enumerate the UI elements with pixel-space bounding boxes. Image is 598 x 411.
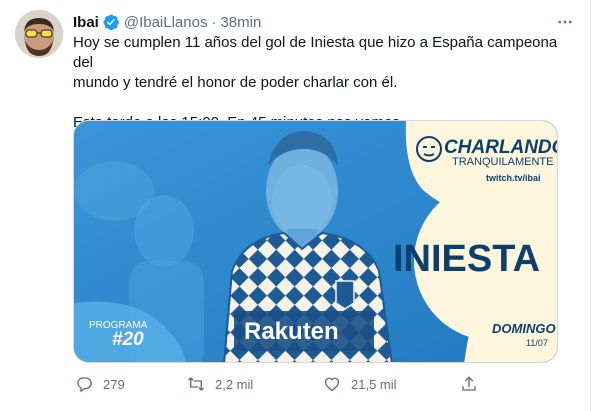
reply-count: 279 <box>103 376 125 392</box>
guest-name: INIESTA <box>393 238 540 280</box>
like-count: 21,5 mil <box>351 376 397 392</box>
retweet-button[interactable]: 2,2 mil <box>187 374 253 394</box>
like-button[interactable]: 21,5 mil <box>323 374 397 394</box>
avatar[interactable] <box>15 10 63 58</box>
tweet-text-line: Hoy se cumplen 11 años del gol de Iniest… <box>73 34 558 71</box>
tweet-timestamp[interactable]: 38min <box>220 14 261 31</box>
tweet-card[interactable]: Ibai @IbaiLlanos · 38min Hoy se cumplen … <box>0 0 598 411</box>
channel-url: twitch.tv/ibai <box>486 173 541 183</box>
retweet-icon <box>187 375 205 393</box>
separator-dot: · <box>211 13 217 31</box>
avatar-image <box>15 10 63 58</box>
tweet-header: Ibai @IbaiLlanos · 38min <box>73 12 578 32</box>
tweet-text: Hoy se cumplen 11 años del gol de Iniest… <box>73 33 563 133</box>
share-button[interactable] <box>460 374 478 394</box>
show-title-line2: TRANQUILAMENTE <box>452 156 553 168</box>
tweet-media-image[interactable]: Rakuten CHARLANDO TRANQUILAMENTE twitch.… <box>73 120 558 363</box>
author-handle[interactable]: @IbaiLlanos <box>124 14 208 31</box>
heart-icon <box>323 375 341 393</box>
share-icon <box>460 375 478 393</box>
more-options-icon[interactable] <box>555 12 575 32</box>
jersey-sponsor-text: Rakuten <box>244 318 339 345</box>
reply-icon <box>75 375 93 393</box>
show-title-line1: CHARLANDO <box>444 137 558 158</box>
divider <box>590 0 591 411</box>
verified-badge-icon <box>102 13 120 31</box>
program-number: #20 <box>112 329 144 350</box>
retweet-count: 2,2 mil <box>215 376 254 392</box>
tweet-text-line: mundo y tendré el honor de poder charlar… <box>73 74 398 91</box>
author-name[interactable]: Ibai <box>73 14 99 31</box>
tweet-actions: 279 2,2 mil 21,5 mil <box>73 374 503 394</box>
date-label: 11/07 <box>526 338 548 348</box>
day-label: DOMINGO <box>492 321 556 336</box>
reply-button[interactable]: 279 <box>75 374 125 394</box>
